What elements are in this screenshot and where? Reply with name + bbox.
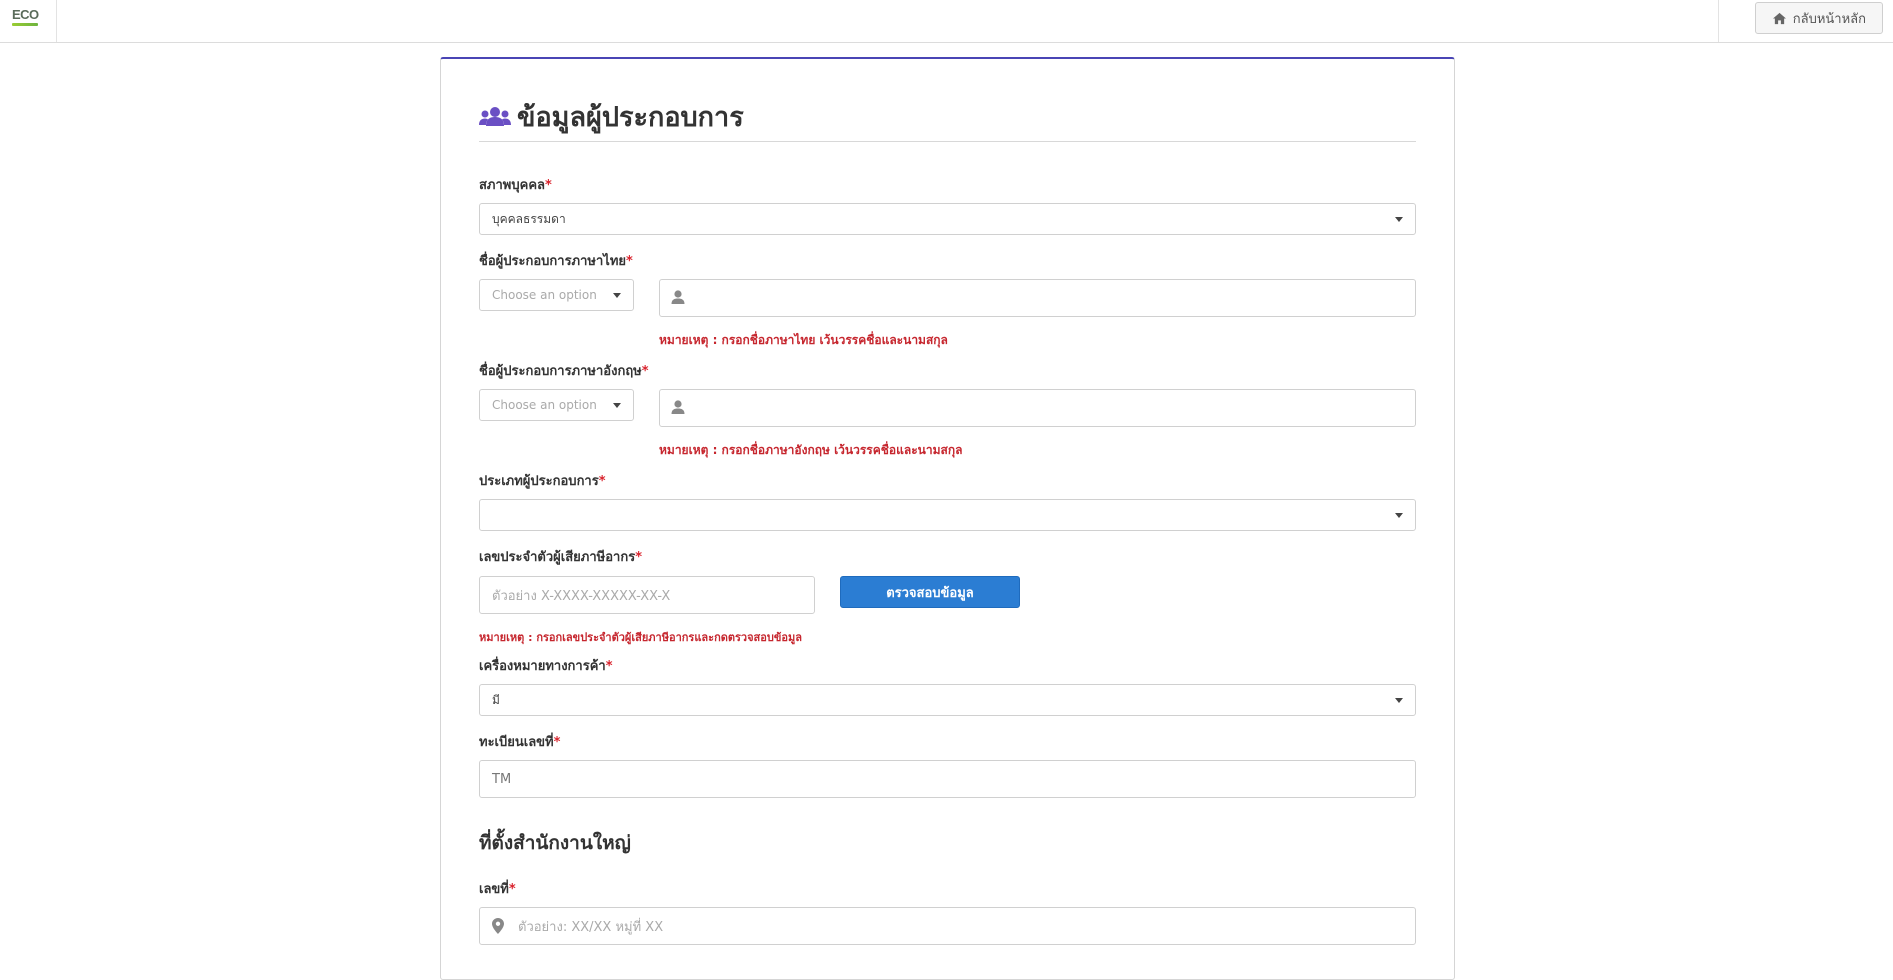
eco-logo[interactable]: ECO — [12, 8, 42, 32]
required-mark: * — [635, 550, 642, 565]
user-icon — [671, 290, 685, 304]
chevron-down-icon — [613, 293, 621, 298]
required-mark: * — [605, 659, 613, 674]
operator-type-label: ประเภทผู้ประกอบการ* — [479, 474, 606, 489]
person-status-label: สภาพบุคคล* — [479, 178, 552, 193]
user-icon — [671, 400, 685, 414]
back-home-button[interactable]: กลับหน้าหลัก — [1754, 2, 1883, 34]
tax-id-note: หมายเหตุ : กรอกเลขประจำตัวผู้เสียภาษีอาก… — [479, 631, 802, 644]
chevron-down-icon — [1395, 698, 1403, 703]
logo-text: ECO — [12, 7, 39, 22]
required-mark: * — [641, 364, 649, 379]
trademark-value: มี — [492, 692, 500, 707]
logo-cell: ECO — [0, 0, 57, 42]
chevron-down-icon — [1395, 217, 1403, 222]
required-mark: * — [553, 735, 561, 750]
name-en-prefix-select[interactable]: Choose an option — [479, 389, 634, 421]
tax-id-placeholder: ตัวอย่าง X-XXXX-XXXXX-XX-X — [492, 588, 671, 604]
required-mark: * — [508, 882, 516, 897]
name-th-input[interactable] — [659, 279, 1416, 317]
name-th-note: หมายเหตุ : กรอกชื่อภาษาไทย เว้นวรรคชื่อแ… — [659, 333, 948, 347]
registration-no-placeholder: TM — [492, 771, 512, 787]
person-status-value: บุคคลธรรมดา — [492, 211, 566, 226]
name-en-note: หมายเหตุ : กรอกชื่อภาษาอังกฤษ เว้นวรรคชื… — [659, 443, 963, 457]
title-divider — [479, 141, 1416, 142]
operator-type-select[interactable] — [479, 499, 1416, 531]
registration-no-label: ทะเบียนเลขที่* — [479, 735, 561, 750]
logo-underline — [12, 23, 38, 26]
name-en-prefix-placeholder: Choose an option — [492, 398, 597, 412]
required-mark: * — [544, 178, 552, 193]
map-marker-icon — [492, 918, 504, 934]
tax-id-input[interactable]: ตัวอย่าง X-XXXX-XXXXX-XX-X — [479, 576, 815, 614]
registration-no-input[interactable]: TM — [479, 760, 1416, 798]
name-th-label: ชื่อผู้ประกอบการภาษาไทย* — [479, 254, 633, 269]
hq-section-title: ที่ตั้งสำนักงานใหญ่ — [479, 832, 631, 854]
chevron-down-icon — [1395, 513, 1403, 518]
back-home-label: กลับหน้าหลัก — [1792, 11, 1866, 27]
required-mark: * — [598, 474, 606, 489]
users-icon — [479, 106, 511, 126]
navbar-right: กลับหน้าหลัก — [1718, 0, 1893, 42]
name-en-label: ชื่อผู้ประกอบการภาษาอังกฤษ* — [479, 364, 649, 379]
trademark-select[interactable]: มี — [479, 684, 1416, 716]
operator-form-card: ข้อมูลผู้ประกอบการ สภาพบุคคล* บุคคลธรรมด… — [440, 57, 1455, 980]
trademark-label: เครื่องหมายทางการค้า* — [479, 659, 613, 674]
page-title: ข้อมูลผู้ประกอบการ — [517, 102, 744, 133]
check-data-button[interactable]: ตรวจสอบข้อมูล — [840, 576, 1020, 608]
address-no-input[interactable]: ตัวอย่าง: XX/XX หมู่ที่ XX — [479, 907, 1416, 945]
name-th-prefix-placeholder: Choose an option — [492, 288, 597, 302]
address-no-label: เลขที่* — [479, 882, 516, 897]
name-en-input[interactable] — [659, 389, 1416, 427]
form-header: ข้อมูลผู้ประกอบการ — [479, 95, 744, 138]
required-mark: * — [626, 254, 633, 269]
tax-id-label: เลขประจำตัวผู้เสียภาษีอากร* — [479, 550, 642, 565]
chevron-down-icon — [613, 403, 621, 408]
person-status-select[interactable]: บุคคลธรรมดา — [479, 203, 1416, 235]
address-no-placeholder: ตัวอย่าง: XX/XX หมู่ที่ XX — [518, 919, 664, 935]
name-th-prefix-select[interactable]: Choose an option — [479, 279, 634, 311]
home-icon — [1772, 12, 1786, 24]
top-navbar: ECO กลับหน้าหลัก — [0, 0, 1893, 43]
